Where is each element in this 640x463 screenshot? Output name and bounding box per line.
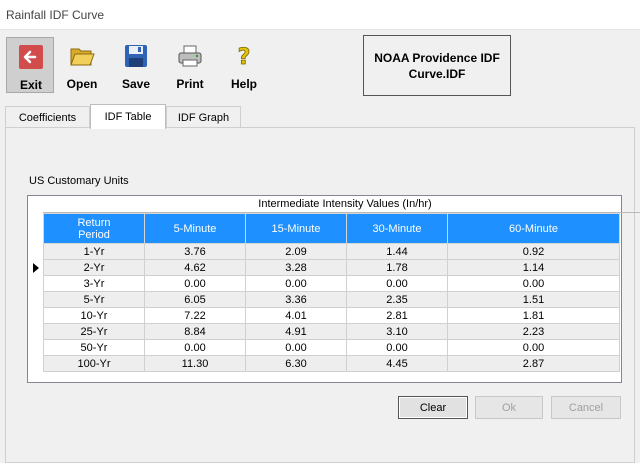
print-button[interactable]: Print [166,37,214,93]
cell-value[interactable]: 0.00 [447,339,620,356]
grid-caption: Intermediate Intensity Values (In/hr) [43,196,640,213]
cell-value[interactable]: 3.76 [144,243,246,260]
table-row[interactable]: 5-Yr 6.05 3.36 2.35 1.51 [43,291,620,308]
window-title: Rainfall IDF Curve [6,8,105,22]
cell-value[interactable]: 4.62 [144,259,246,276]
cell-value[interactable]: 3.28 [245,259,347,276]
table-row[interactable]: 50-Yr 0.00 0.00 0.00 0.00 [43,339,620,356]
cell-value[interactable]: 2.87 [447,355,620,372]
cell-value[interactable]: 2.81 [346,307,448,324]
exit-button[interactable]: Exit [6,37,54,93]
svg-text:?: ? [238,45,251,69]
cell-value[interactable]: 4.01 [245,307,347,324]
print-label: Print [176,77,204,91]
table-row[interactable]: 1-Yr 3.76 2.09 1.44 0.92 [43,243,620,260]
row-selector-column[interactable] [28,213,43,382]
tab-idf-graph[interactable]: IDF Graph [166,106,241,128]
tab-idf-table[interactable]: IDF Table [90,104,166,129]
table-row[interactable]: 2-Yr 4.62 3.28 1.78 1.14 [43,259,620,276]
cell-value[interactable]: 0.00 [144,339,246,356]
cell-value[interactable]: 0.00 [346,275,448,292]
cell-value[interactable]: 8.84 [144,323,246,340]
ok-button[interactable]: Ok [475,396,543,419]
cell-value[interactable]: 4.45 [346,355,448,372]
cell-value[interactable]: 0.92 [447,243,620,260]
help-icon: ? [237,45,251,69]
cell-return-period[interactable]: 10-Yr [43,307,145,324]
table-row[interactable]: 25-Yr 8.84 4.91 3.10 2.23 [43,323,620,340]
cell-value[interactable]: 6.05 [144,291,246,308]
exit-label: Exit [19,78,42,92]
cell-value[interactable]: 3.36 [245,291,347,308]
cell-value[interactable]: 11.30 [144,355,246,372]
toolbar: Exit Open Save Print ? Help [0,31,640,97]
save-button[interactable]: Save [112,37,160,93]
cell-value[interactable]: 7.22 [144,307,246,324]
printer-icon [178,45,202,67]
cell-value[interactable]: 1.51 [447,291,620,308]
cell-value[interactable]: 3.10 [346,323,448,340]
title-bar: Rainfall IDF Curve [0,0,640,30]
header-5-minute[interactable]: 5-Minute [144,213,246,244]
cell-return-period[interactable]: 5-Yr [43,291,145,308]
units-label: US Customary Units [29,175,129,187]
cell-value[interactable]: 0.00 [245,275,347,292]
idf-table: Return Period 5-Minute 15-Minute 30-Minu… [43,213,620,372]
cell-value[interactable]: 6.30 [245,355,347,372]
cell-value[interactable]: 1.78 [346,259,448,276]
header-30-minute[interactable]: 30-Minute [346,213,448,244]
cell-return-period[interactable]: 1-Yr [43,243,145,260]
idf-data-grid[interactable]: Intermediate Intensity Values (In/hr) Re… [27,195,640,383]
clear-button[interactable]: Clear [398,396,468,419]
folder-open-icon [70,48,95,66]
save-label: Save [121,77,151,91]
cell-value[interactable]: 1.14 [447,259,620,276]
table-row[interactable]: 100-Yr 11.30 6.30 4.45 2.87 [43,355,620,372]
header-15-minute[interactable]: 15-Minute [245,213,347,244]
table-row[interactable]: 3-Yr 0.00 0.00 0.00 0.00 [43,275,620,292]
cell-value[interactable]: 0.00 [245,339,347,356]
cell-value[interactable]: 0.00 [144,275,246,292]
cell-return-period[interactable]: 50-Yr [43,339,145,356]
cell-return-period[interactable]: 25-Yr [43,323,145,340]
help-label: Help [230,77,257,91]
cell-return-period[interactable]: 2-Yr [43,259,145,276]
open-label: Open [66,77,98,91]
header-60-minute[interactable]: 60-Minute [447,213,620,244]
current-file-name: NOAA Providence IDF Curve.IDF [363,35,511,96]
cell-return-period[interactable]: 3-Yr [43,275,145,292]
help-button[interactable]: ? Help [220,37,268,93]
cancel-button[interactable]: Cancel [551,396,621,419]
cell-value[interactable]: 2.35 [346,291,448,308]
cell-value[interactable]: 1.44 [346,243,448,260]
table-row[interactable]: 10-Yr 7.22 4.01 2.81 1.81 [43,307,620,324]
open-button[interactable]: Open [58,37,106,93]
cell-value[interactable]: 2.09 [245,243,347,260]
cell-return-period[interactable]: 100-Yr [43,355,145,372]
cell-value[interactable]: 0.00 [346,339,448,356]
exit-icon [19,45,43,69]
header-return-period[interactable]: Return Period [43,213,145,244]
cell-value[interactable]: 1.81 [447,307,620,324]
floppy-disk-icon [125,45,147,67]
cell-value[interactable]: 0.00 [447,275,620,292]
cell-value[interactable]: 2.23 [447,323,620,340]
tab-coefficients[interactable]: Coefficients [5,106,90,128]
cell-value[interactable]: 4.91 [245,323,347,340]
current-row-arrow-icon [33,263,39,273]
